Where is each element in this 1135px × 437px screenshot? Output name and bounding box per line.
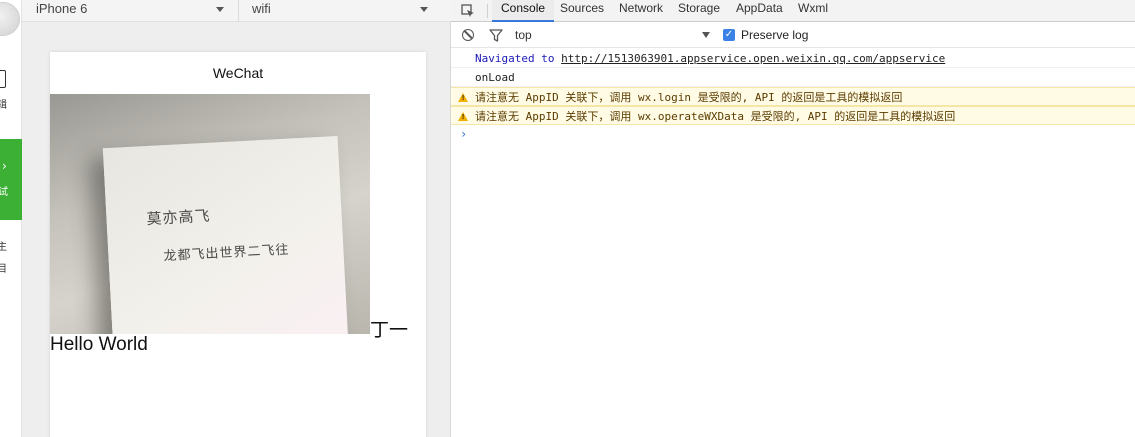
photo-caption: 丁一 [370,319,409,341]
devtools-tabbar: Console Sources Network Storage AppData … [451,0,1135,22]
tab-divider [487,4,488,18]
console-warning-operatewxdata: 请注意无 AppID 关联下，调用 wx.operateWXData 是受限的,… [451,106,1135,125]
device-select[interactable]: iPhone 6 [36,0,232,21]
hello-text: Hello World [50,334,148,355]
handwriting-line-1: 莫亦高飞 [146,206,211,229]
preserve-log-checkbox[interactable]: ✓ [723,29,735,41]
simulator-toolbar: iPhone 6 wifi [22,0,451,22]
sidebar-edit-label[interactable]: 辑 [0,100,9,112]
handwriting-line-2: 龙都飞出世界二飞往 [163,242,290,265]
console-toolbar: top ✓ Preserve log [451,22,1135,48]
phone-screen: WeChat 莫亦高飞 龙都飞出世界二飞往 丁一 Hello World [50,52,426,437]
network-select[interactable]: wifi [238,0,436,21]
sidebar-debug-button[interactable]: › 试 [0,139,22,220]
clear-console-icon[interactable] [462,29,474,41]
warning-icon [458,112,468,121]
console-message-onload: onLoad [451,68,1135,87]
left-sidebar: 辑 › 试 主 目 [0,0,22,437]
paper-note: 莫亦高飞 龙都飞出世界二飞往 [102,135,349,334]
phone-icon[interactable] [0,70,6,88]
sidebar-debug-label: 试 [0,187,8,198]
simulator-panel: iPhone 6 wifi WeChat 莫亦高飞 龙都飞出世界二飞往 丁一 H… [22,0,451,437]
console-warning-login: 请注意无 AppID 关联下，调用 wx.login 是受限的, API 的返回… [451,87,1135,106]
navigated-prefix: Navigated to [475,52,555,65]
note-photo: 莫亦高飞 龙都飞出世界二飞往 [50,94,370,334]
console-output: Navigated to http://1513063901.appservic… [451,49,1135,143]
network-select-value: wifi [252,1,271,16]
preserve-log-label[interactable]: Preserve log [741,28,808,42]
tab-appdata[interactable]: AppData [727,0,792,22]
tab-sources[interactable]: Sources [551,0,613,22]
chevron-down-icon [216,7,224,12]
tab-network[interactable]: Network [610,0,672,22]
chevron-right-icon: › [2,159,7,173]
device-select-value: iPhone 6 [36,1,88,16]
tab-console[interactable]: Console [492,0,555,22]
page-title: WeChat [212,65,264,81]
sidebar-project-label-2[interactable]: 目 [0,264,9,276]
avatar[interactable] [0,2,20,36]
console-prompt[interactable]: › [451,125,1135,143]
console-message-navigated: Navigated to http://1513063901.appservic… [451,49,1135,68]
inspect-element-icon[interactable] [461,4,475,18]
chevron-down-icon [420,7,428,12]
filter-icon[interactable] [489,29,503,42]
chevron-down-icon[interactable] [702,32,710,38]
tab-storage[interactable]: Storage [669,0,729,22]
sidebar-project-label-1[interactable]: 主 [0,242,9,254]
devtools-panel: Console Sources Network Storage AppData … [451,0,1135,437]
warning-text: 请注意无 AppID 关联下，调用 wx.login 是受限的, API 的返回… [475,91,903,104]
warning-text: 请注意无 AppID 关联下，调用 wx.operateWXData 是受限的,… [475,110,956,123]
navigated-url-link[interactable]: http://1513063901.appservice.open.weixin… [561,52,945,65]
context-select[interactable]: top [515,28,532,42]
tab-wxml[interactable]: Wxml [789,0,837,22]
warning-icon [458,93,468,102]
